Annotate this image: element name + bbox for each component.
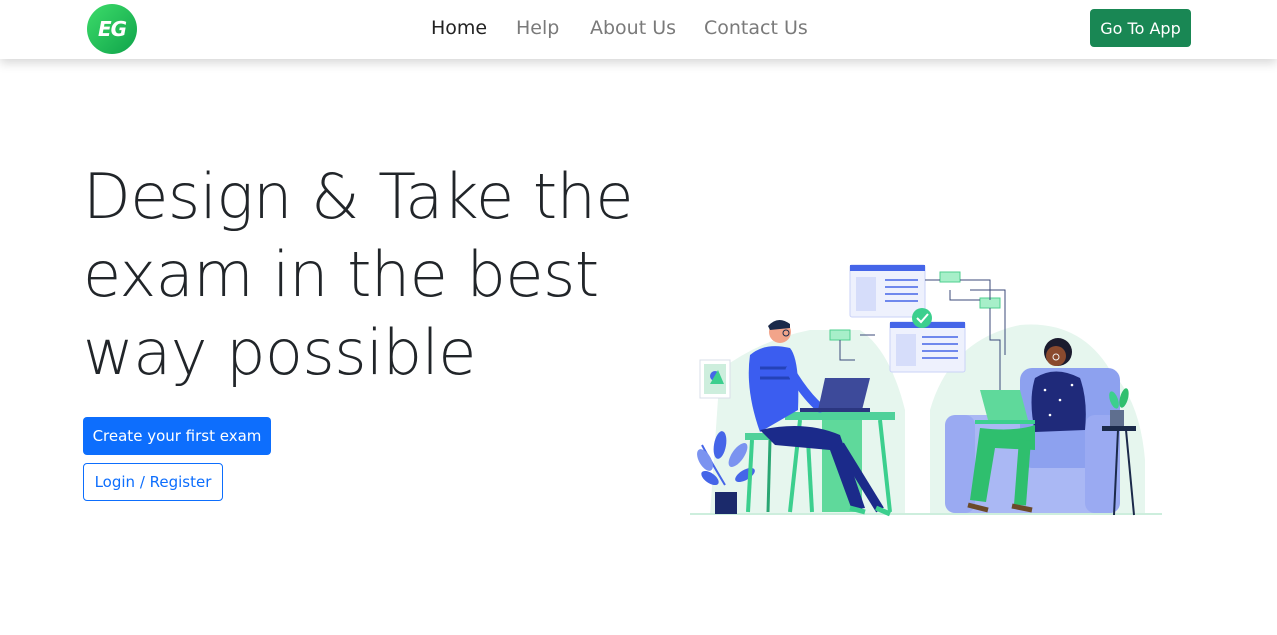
nav-about-us-link[interactable]: About Us <box>590 17 676 39</box>
nav-contact-us-link[interactable]: Contact Us <box>704 17 808 39</box>
nav-home-link[interactable]: Home <box>431 17 487 39</box>
nav-help-link[interactable]: Help <box>516 17 559 39</box>
people-working-illustration <box>690 264 1162 517</box>
create-first-exam-button[interactable]: Create your first exam <box>83 417 271 455</box>
login-register-button[interactable]: Login / Register <box>83 463 223 501</box>
logo-icon[interactable]: EG <box>87 4 137 54</box>
logo-text: EG <box>97 17 127 41</box>
go-to-app-button[interactable]: Go To App <box>1090 9 1191 47</box>
navbar: EG Home Help About Us Contact Us Go To A… <box>0 0 1277 59</box>
hero-title: Design & Take the exam in the best way p… <box>83 160 634 389</box>
